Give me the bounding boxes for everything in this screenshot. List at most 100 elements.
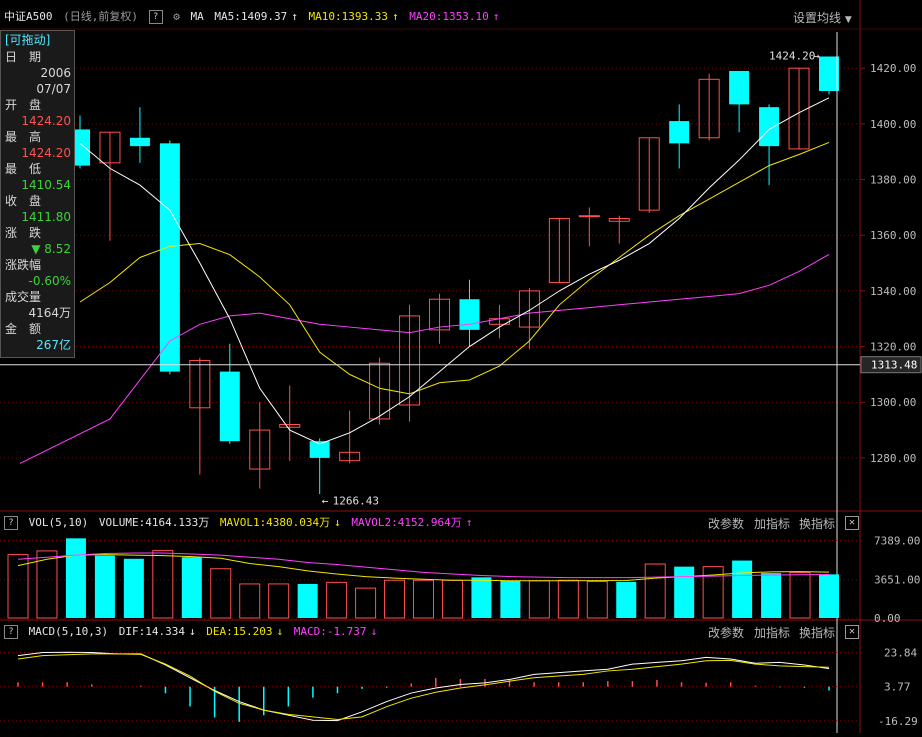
- volume-bar-up: [586, 581, 608, 619]
- low-arrow-icon: ←: [322, 495, 329, 508]
- vol-switch-button[interactable]: 换指标: [799, 515, 835, 532]
- y-tick-label: 1280.00: [870, 452, 916, 465]
- y-tick-label: 1380.00: [870, 174, 916, 187]
- macd-modify-button[interactable]: 改参数: [708, 624, 744, 641]
- volume-bar-up: [326, 581, 348, 619]
- vol-modify-button[interactable]: 改参数: [708, 515, 744, 532]
- volume-bar-up: [210, 568, 232, 619]
- vol-help-icon[interactable]: ?: [4, 516, 18, 530]
- candle-body-down: [759, 107, 780, 147]
- high-value: 1424.20: [21, 146, 71, 160]
- low-label: 最 低: [5, 162, 42, 176]
- candle-body-up: [578, 215, 600, 218]
- mavol1-arrow-icon: ↓: [334, 516, 341, 529]
- y-tick-label: 1320.00: [870, 341, 916, 354]
- dea-arrow-icon: ↓: [276, 625, 284, 638]
- low-value: 1410.54: [21, 178, 71, 192]
- ma20-arrow-icon: ↑: [492, 10, 500, 23]
- info-drag-title[interactable]: [可拖动]: [5, 32, 71, 48]
- volume-bar-up: [355, 587, 377, 619]
- ma20-line: [19, 253, 830, 464]
- volume-bar-down: [65, 538, 86, 618]
- volume-bar-down: [500, 580, 521, 618]
- y-tick-label: -16.29: [878, 715, 918, 728]
- y-tick-label: 23.84: [884, 646, 917, 659]
- change-value: ▼ 8.52: [31, 242, 71, 256]
- volume-bar-down: [674, 566, 695, 618]
- ma20-value: MA20:1353.10: [409, 10, 489, 23]
- volume-bar-up: [557, 579, 579, 619]
- index-name: 中证A500: [4, 10, 53, 23]
- volume-bar-down: [471, 577, 492, 618]
- date-label: 日 期: [5, 50, 42, 64]
- gear-icon[interactable]: ⚙: [173, 10, 180, 23]
- macd-add-button[interactable]: 加指标: [754, 624, 790, 641]
- info-box[interactable]: [可拖动] 日 期 2006 07/07 开 盘 1424.20 最 高 142…: [0, 30, 75, 358]
- macd-indicator-name: MACD(5,10,3): [28, 625, 109, 638]
- ma5-value: MA5:1409.37: [214, 10, 288, 23]
- volume-bar-up: [441, 579, 463, 619]
- volume-bar-up: [152, 549, 174, 619]
- y-tick-label: 3.77: [884, 681, 911, 694]
- candle-body-down: [219, 371, 240, 442]
- candle-body-down: [729, 70, 750, 105]
- macd-help-icon[interactable]: ?: [4, 625, 18, 639]
- y-tick-label: 3651.00: [874, 574, 920, 587]
- set-ma-label: 设置均线: [793, 11, 842, 25]
- dif-value: DIF:14.334: [118, 625, 185, 638]
- macd-header: ? MACD(5,10,3) DIF:14.334 ↓ DEA:15.203 ↓ M…: [4, 623, 381, 641]
- ma10-line: [79, 141, 830, 395]
- high-annotation: 1424.20: [769, 49, 815, 62]
- date-md: 07/07: [36, 82, 71, 96]
- amount-label: 金 额: [5, 322, 42, 336]
- open-label: 开 盘: [5, 98, 42, 112]
- main-header: 中证A500 (日线,前复权) ? ⚙ MA MA5:1409.37 ↑ MA10…: [4, 8, 503, 26]
- macd-close-icon[interactable]: ✕: [845, 625, 859, 639]
- volume-bar-up: [239, 583, 261, 619]
- volume-bar-down: [297, 583, 318, 618]
- vol-add-button[interactable]: 加指标: [754, 515, 790, 532]
- macd-switch-button[interactable]: 换指标: [799, 624, 835, 641]
- volume-bar-up: [413, 579, 434, 619]
- dif-arrow-icon: ↓: [188, 625, 196, 638]
- ma5-arrow-icon: ↑: [291, 10, 298, 23]
- high-arrow-icon: →: [813, 49, 820, 62]
- volume-bar-down: [123, 558, 144, 618]
- macd-arrow-icon: ↓: [370, 625, 378, 638]
- y-tick-label: 1400.00: [870, 118, 916, 131]
- y-tick-label: 0.00: [874, 612, 901, 625]
- ma-label: MA: [190, 10, 204, 23]
- volume-bar-down: [94, 555, 115, 618]
- candle-body-down: [129, 137, 150, 147]
- help-icon[interactable]: ?: [148, 10, 163, 24]
- dropdown-caret-icon: ▼: [844, 15, 852, 25]
- chart-stage[interactable]: 1420.00 1400.00 1380.00 1360.00 1340.00 1320.…: [0, 0, 922, 733]
- set-ma-button[interactable]: 设置均线 ▼: [793, 9, 852, 26]
- volume-bar-down: [761, 573, 782, 618]
- mavol2-arrow-icon: ↑: [465, 516, 473, 529]
- volume-value: VOLUME:4164.133万: [98, 516, 210, 529]
- vol-value: 4164万: [28, 306, 71, 320]
- vol-close-icon[interactable]: ✕: [845, 516, 859, 530]
- volume-bar-up: [528, 580, 550, 619]
- mavol1-value: MAVOL1:4380.034万: [219, 516, 331, 529]
- date-year: 2006: [40, 66, 71, 80]
- period-label: (日线,前复权): [63, 10, 138, 23]
- ma10-value: MA10:1393.33: [308, 10, 388, 23]
- y-tick-label: 1420.00: [870, 62, 916, 75]
- high-label: 最 高: [5, 130, 42, 144]
- candle-body-down: [669, 121, 690, 144]
- mavol2-value: MAVOL2:4152.964万: [351, 516, 462, 529]
- volume-bar-down: [819, 574, 839, 618]
- y-tick-label: 7389.00: [874, 535, 920, 548]
- y-tick-label: 1340.00: [870, 285, 916, 298]
- amount-value: 267亿: [36, 338, 71, 352]
- dea-value: DEA:15.203: [206, 625, 273, 638]
- volume-bar-up: [644, 563, 666, 619]
- volume-bar-up: [268, 583, 290, 619]
- crosshair-price-label: 1313.48: [871, 359, 917, 372]
- volume-bar-down: [732, 560, 753, 618]
- macd-value: MACD:-1.737: [293, 625, 367, 638]
- candle-body-down: [819, 56, 839, 92]
- dea-line: [17, 653, 830, 720]
